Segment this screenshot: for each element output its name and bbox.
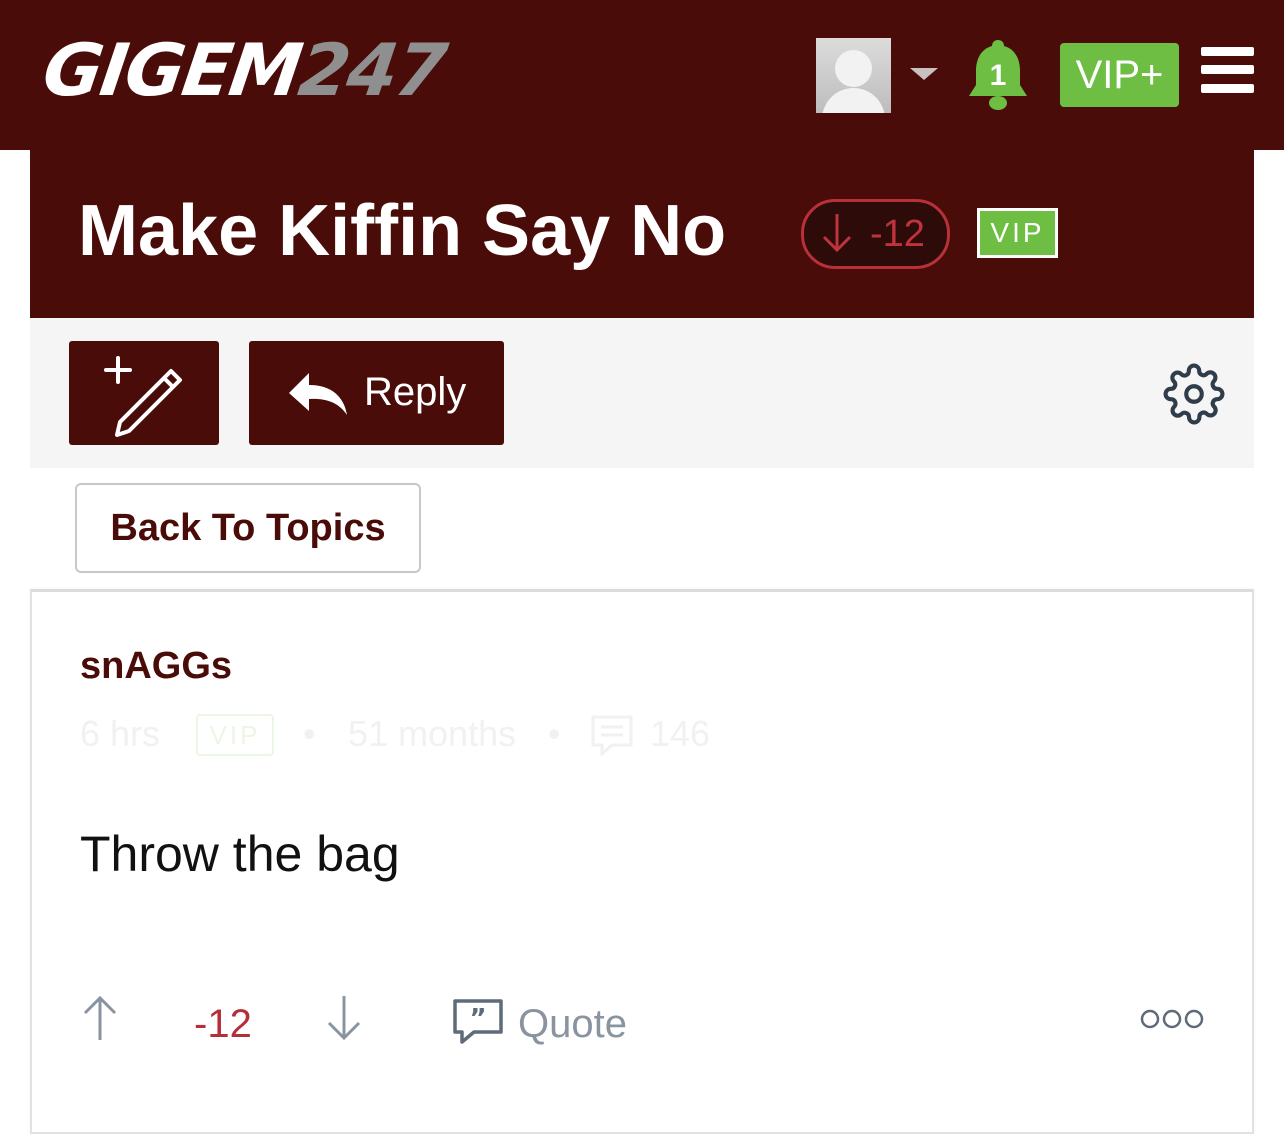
reply-label: Reply	[364, 370, 467, 414]
thread-toolbar: Reply	[30, 318, 1254, 468]
new-topic-button[interactable]	[69, 341, 219, 445]
post-actions: -12 ” Quote	[32, 990, 1252, 1060]
thread-header: Make Kiffin Say No -12 VIP	[30, 150, 1254, 318]
down-arrow-icon	[822, 214, 852, 253]
avatar-body-shape	[822, 88, 885, 113]
notification-bell-icon[interactable]: 1	[966, 38, 1030, 112]
top-navbar: GIGEM247 1 VIP+	[0, 0, 1284, 150]
menu-icon[interactable]	[1201, 47, 1254, 93]
forum-post: snAGGs 6 hrs VIP • 51 months • 146 Throw…	[30, 589, 1254, 1134]
author-vip-badge: VIP	[196, 714, 274, 756]
vip-plus-button[interactable]: VIP+	[1060, 43, 1179, 107]
quote-label[interactable]: Quote	[518, 1000, 627, 1048]
quote-icon[interactable]: ”	[452, 998, 504, 1046]
post-body: Throw the bag	[80, 826, 400, 882]
meta-separator: •	[548, 713, 561, 754]
user-avatar[interactable]	[816, 38, 891, 113]
downvote-arrow-icon[interactable]	[324, 994, 364, 1042]
post-author[interactable]: snAGGs	[80, 644, 232, 688]
post-count-icon	[591, 715, 633, 756]
logo-text: GIGEM	[38, 28, 306, 112]
new-post-pencil-icon	[104, 356, 182, 437]
thread-title: Make Kiffin Say No	[78, 191, 727, 271]
post-count: 146	[650, 713, 711, 754]
back-to-topics-button[interactable]: Back To Topics	[75, 483, 421, 573]
post-time: 6 hrs	[80, 713, 161, 754]
thread-score-value: -12	[870, 213, 925, 255]
reply-button[interactable]: Reply	[249, 341, 504, 445]
vip-badge: VIP	[977, 208, 1058, 258]
upvote-arrow-icon[interactable]	[80, 994, 120, 1042]
reply-arrow-icon	[289, 373, 347, 415]
site-logo[interactable]: GIGEM247	[38, 28, 451, 112]
meta-separator: •	[303, 713, 316, 754]
notification-count: 1	[990, 59, 1007, 92]
more-options-icon[interactable]	[1140, 1008, 1204, 1030]
member-duration: 51 months	[348, 713, 517, 754]
thread-vote-score: -12	[801, 199, 950, 269]
avatar-head-shape	[835, 50, 872, 87]
settings-gear-icon[interactable]	[1163, 363, 1225, 425]
account-dropdown-icon[interactable]	[910, 68, 938, 80]
logo-number: 247	[293, 28, 451, 112]
svg-text:”: ”	[469, 1004, 486, 1034]
post-score: -12	[194, 1002, 252, 1046]
